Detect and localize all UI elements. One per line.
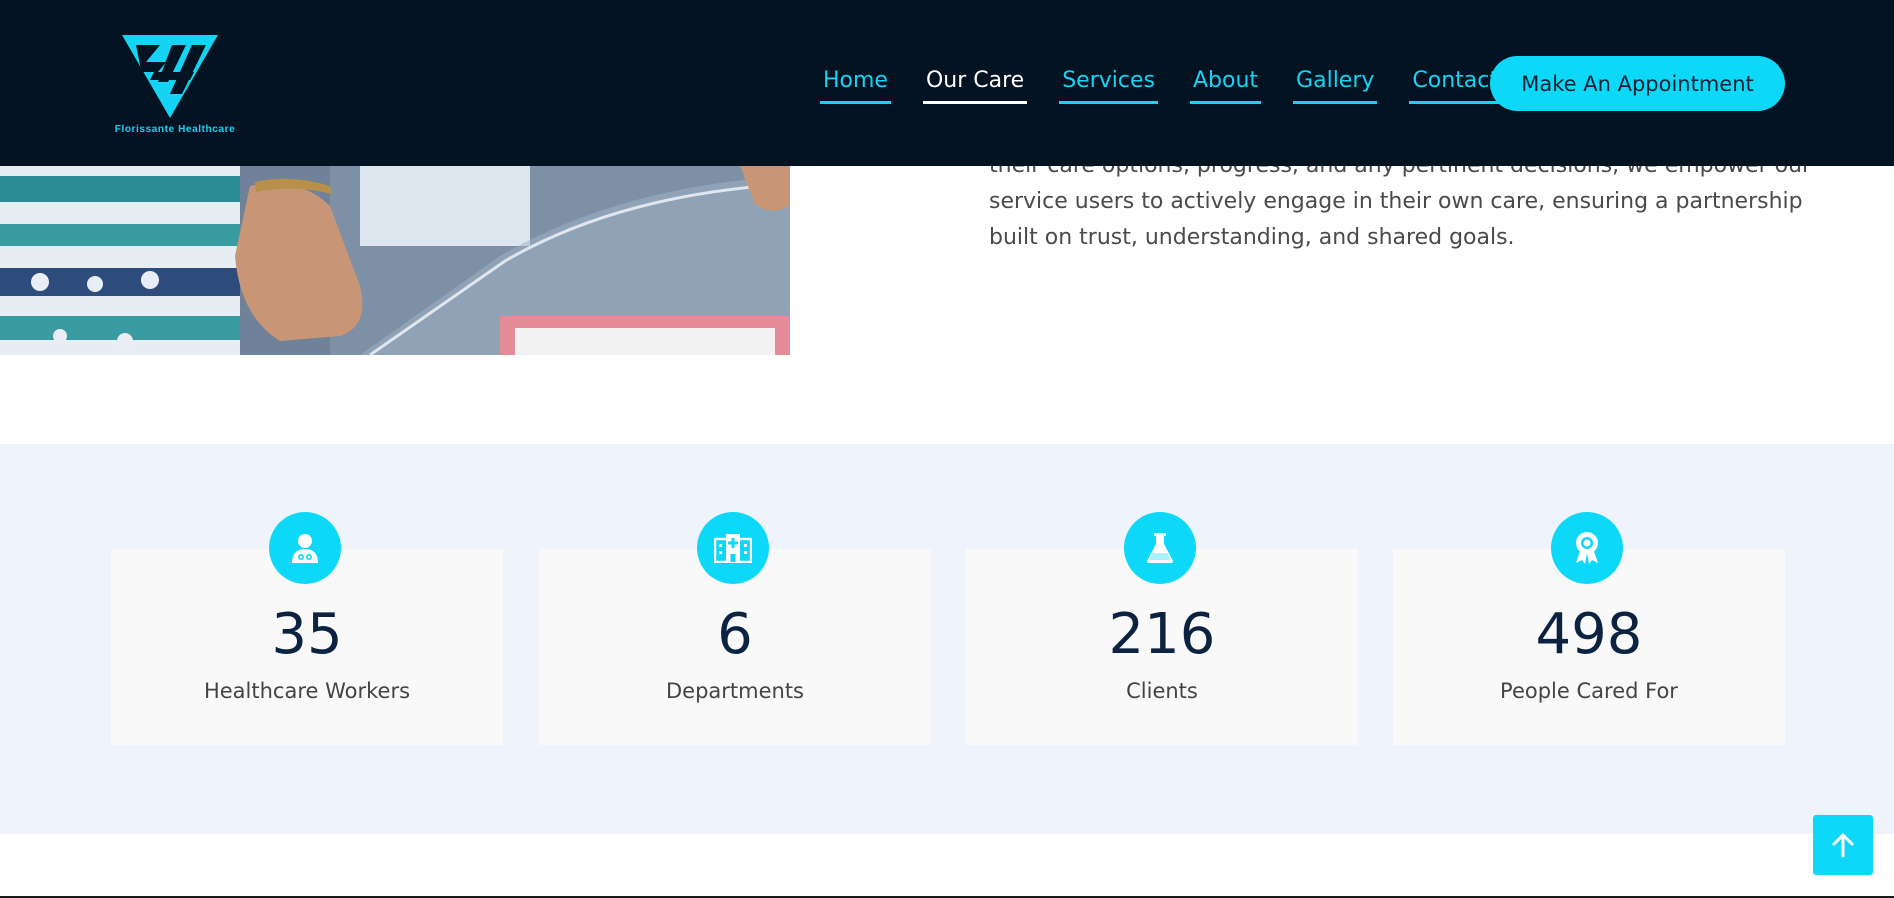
site-header: Florissante Healthcare Home Our Care Ser… (0, 0, 1894, 166)
nav-contact[interactable]: Contact (1409, 62, 1501, 104)
stat-card-healthcare-workers: 35 Healthcare Workers (111, 512, 503, 745)
stat-label: Clients (1126, 679, 1198, 703)
stat-card-departments: 6 Departments (539, 512, 931, 745)
make-appointment-button[interactable]: Make An Appointment (1490, 56, 1785, 111)
hospital-icon (697, 512, 769, 584)
stat-value: 6 (717, 602, 753, 667)
logo[interactable]: Florissante Healthcare (110, 32, 240, 140)
stat-value: 498 (1535, 602, 1643, 667)
stat-card-clients: 216 Clients (966, 512, 1358, 745)
stat-label: Departments (665, 679, 805, 703)
nav-services[interactable]: Services (1059, 62, 1158, 104)
doctor-icon (269, 512, 341, 584)
stat-value: 216 (1108, 602, 1216, 667)
nav-about[interactable]: About (1190, 62, 1262, 104)
stat-value: 35 (271, 602, 343, 667)
logo-text: Florissante Healthcare (114, 124, 236, 135)
back-to-top-button[interactable] (1813, 815, 1873, 875)
main-nav: Home Our Care Services About Gallery Con… (820, 62, 1501, 110)
nav-gallery[interactable]: Gallery (1293, 62, 1378, 104)
logo-mark-icon (122, 35, 218, 118)
stat-label: People Cared For (1500, 679, 1678, 703)
award-icon (1551, 512, 1623, 584)
care-photo (0, 166, 790, 355)
stat-card-people-cared-for: 498 People Cared For (1393, 512, 1785, 745)
nav-our-care[interactable]: Our Care (922, 62, 1028, 104)
arrow-up-icon (1832, 833, 1854, 858)
nav-home[interactable]: Home (820, 62, 891, 104)
stats-section: 35 Healthcare Workers 6 Departments 216 … (0, 444, 1894, 834)
stat-label: Healthcare Workers (203, 679, 411, 703)
flask-icon (1124, 512, 1196, 584)
